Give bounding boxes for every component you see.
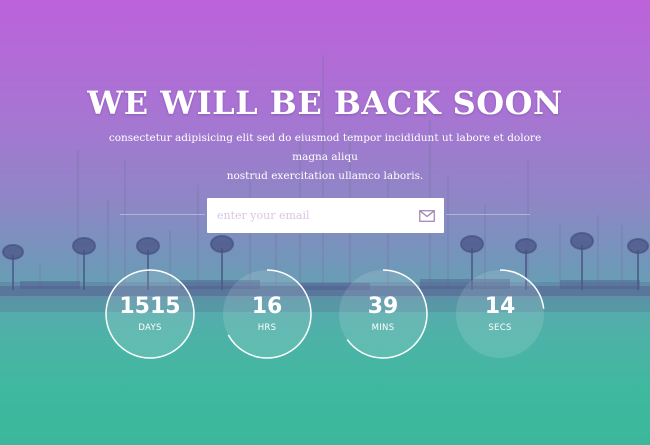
page-title: WE WILL BE BACK SOON [87,84,563,122]
countdown-value: 16 [251,294,283,319]
countdown-label: HRS [257,323,277,333]
subtitle-line: consectetur adipisicing elit sed do eius… [108,132,542,163]
countdown-label: DAYS [138,323,162,333]
left-divider-line [120,214,205,215]
email-input[interactable] [207,198,410,233]
countdown-seconds: 14 SECS [454,268,546,360]
countdown-value: 14 [484,294,516,319]
countdown-value: 39 [367,294,399,319]
countdown-label: MINS [371,323,395,333]
countdown-minutes: 39 MINS [337,268,429,360]
countdown-label: SECS [488,323,512,333]
subscribe-button[interactable] [410,198,444,233]
envelope-icon [419,209,435,222]
right-divider-line [446,214,530,215]
countdown-hours: 16 HRS [221,268,313,360]
subtitle-line: nostrud exercitation ullamco laboris. [226,170,424,182]
email-subscribe-form [207,198,444,233]
countdown-days: 1515 DAYS [104,268,196,360]
countdown-value: 1515 [119,294,181,319]
subtitle: consectetur adipisicing elit sed do eius… [90,129,560,186]
